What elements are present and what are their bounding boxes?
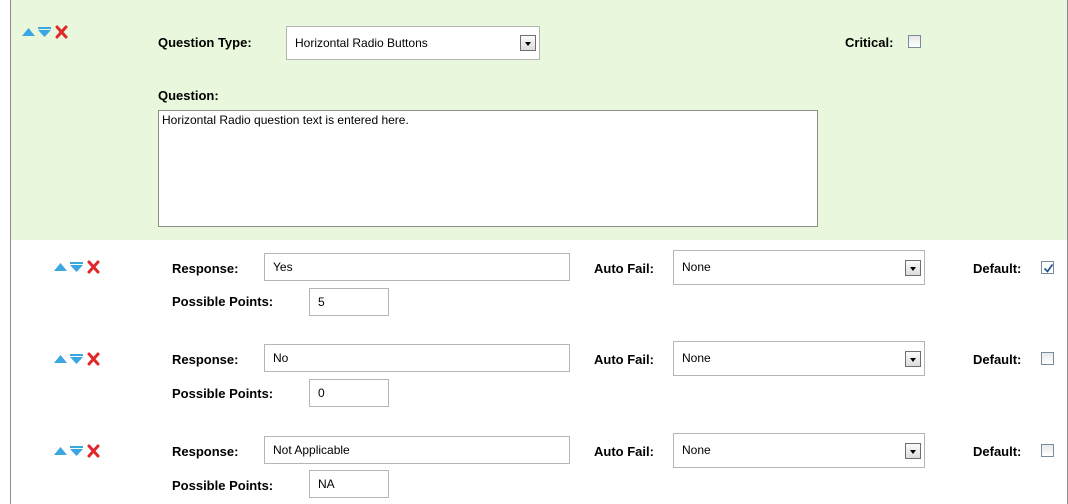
auto-fail-value: None [682, 260, 711, 274]
auto-fail-select[interactable]: None [673, 341, 925, 376]
critical-label: Critical: [845, 35, 894, 50]
response-row-controls [53, 352, 101, 366]
response-value: Yes [273, 260, 293, 274]
response-input[interactable]: No [264, 344, 570, 372]
auto-fail-value: None [682, 351, 711, 365]
default-checkbox[interactable] [1041, 261, 1054, 274]
move-down-icon[interactable] [37, 25, 52, 39]
default-label: Default: [973, 352, 1022, 367]
auto-fail-value: None [682, 443, 711, 457]
question-label: Question: [158, 88, 219, 103]
question-row-controls [21, 25, 69, 39]
question-type-select[interactable]: Horizontal Radio Buttons [286, 26, 540, 60]
auto-fail-select[interactable]: None [673, 433, 925, 468]
response-label: Response: [172, 261, 239, 276]
delete-icon[interactable] [86, 260, 101, 274]
question-textarea[interactable]: Horizontal Radio question text is entere… [158, 110, 818, 227]
possible-points-value: 5 [318, 295, 325, 309]
auto-fail-label: Auto Fail: [594, 444, 654, 459]
possible-points-input[interactable]: 0 [309, 379, 389, 407]
move-up-icon[interactable] [21, 25, 36, 39]
possible-points-input[interactable]: 5 [309, 288, 389, 316]
response-value: No [273, 351, 289, 365]
question-type-label: Question Type: [158, 35, 252, 50]
default-checkbox[interactable] [1041, 444, 1054, 457]
move-up-icon[interactable] [53, 352, 68, 366]
response-row-controls [53, 444, 101, 458]
response-label: Response: [172, 352, 239, 367]
chevron-down-icon[interactable] [905, 442, 921, 459]
move-down-icon[interactable] [69, 260, 84, 274]
default-checkbox[interactable] [1041, 352, 1054, 365]
delete-icon[interactable] [86, 352, 101, 366]
move-up-icon[interactable] [53, 260, 68, 274]
possible-points-label: Possible Points: [172, 478, 274, 493]
response-label: Response: [172, 444, 239, 459]
response-row-controls [53, 260, 101, 274]
chevron-down-icon[interactable] [905, 350, 921, 367]
move-down-icon[interactable] [69, 352, 84, 366]
default-label: Default: [973, 444, 1022, 459]
auto-fail-label: Auto Fail: [594, 352, 654, 367]
checkmark-icon [1043, 264, 1054, 273]
possible-points-label: Possible Points: [172, 294, 274, 309]
question-type-value: Horizontal Radio Buttons [295, 36, 428, 50]
possible-points-value: 0 [318, 386, 325, 400]
delete-icon[interactable] [54, 25, 69, 39]
delete-icon[interactable] [86, 444, 101, 458]
possible-points-value: NA [318, 477, 335, 491]
possible-points-input[interactable]: NA [309, 470, 389, 498]
move-up-icon[interactable] [53, 444, 68, 458]
question-text: Horizontal Radio question text is entere… [162, 113, 409, 127]
move-down-icon[interactable] [69, 444, 84, 458]
default-label: Default: [973, 261, 1022, 276]
response-input[interactable]: Not Applicable [264, 436, 570, 464]
response-value: Not Applicable [273, 443, 350, 457]
chevron-down-icon[interactable] [520, 35, 536, 51]
response-input[interactable]: Yes [264, 253, 570, 281]
auto-fail-select[interactable]: None [673, 250, 925, 285]
auto-fail-label: Auto Fail: [594, 261, 654, 276]
critical-checkbox[interactable] [908, 35, 921, 48]
possible-points-label: Possible Points: [172, 386, 274, 401]
chevron-down-icon[interactable] [905, 259, 921, 276]
